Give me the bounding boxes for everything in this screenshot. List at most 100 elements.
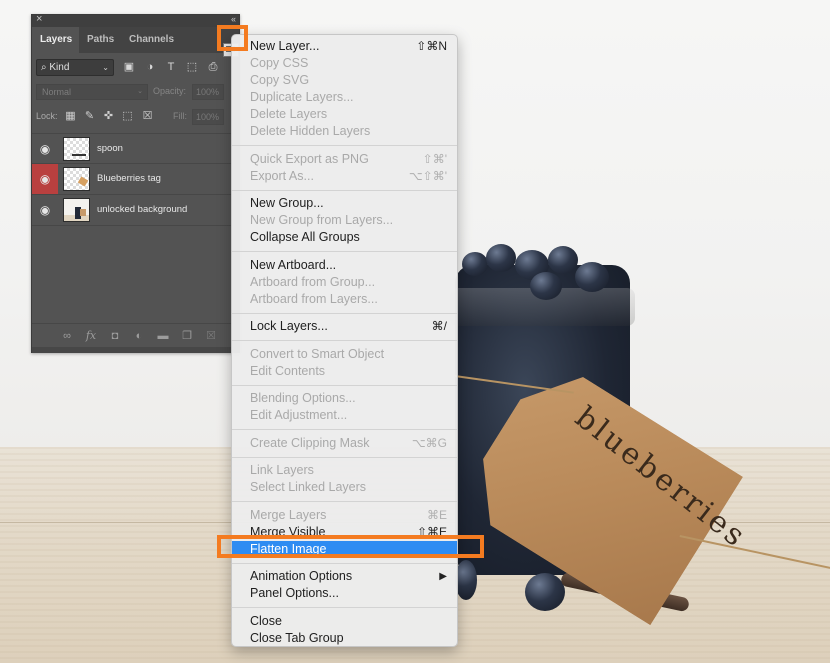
menu-item-label: Edit Adjustment... bbox=[250, 408, 348, 422]
menu-item-lock-layers[interactable]: Lock Layers... ⌘/ bbox=[232, 318, 457, 335]
layer-row-spoon[interactable]: ◉ spoon bbox=[32, 133, 239, 164]
lock-label: Lock: bbox=[36, 111, 58, 121]
lock-position-icon[interactable]: ✜ bbox=[102, 109, 115, 123]
layer-name: Blueberries tag bbox=[97, 173, 161, 184]
new-layer-icon[interactable]: ❐ bbox=[179, 328, 195, 344]
menu-item-label: Copy SVG bbox=[250, 73, 310, 87]
menu-separator bbox=[232, 246, 457, 257]
menu-item-select-linked-layers: Select Linked Layers bbox=[232, 479, 457, 496]
type-layer-filter-icon[interactable]: T bbox=[164, 60, 178, 74]
photo-berry bbox=[486, 244, 516, 272]
smart-object-filter-icon[interactable]: ⎙ bbox=[206, 60, 220, 74]
menu-item-new-artboard[interactable]: New Artboard... bbox=[232, 257, 457, 274]
photo-berry bbox=[548, 246, 578, 274]
blend-mode-value: Normal bbox=[42, 87, 72, 97]
layers-panel: × ‹‹ Layers Paths Channels ⌕ Kind ⌄ ▣ ◑ … bbox=[31, 13, 240, 353]
tab-channels[interactable]: Channels bbox=[121, 27, 179, 53]
menu-separator bbox=[232, 140, 457, 151]
menu-item-label: Collapse All Groups bbox=[250, 230, 360, 244]
pixel-layer-filter-icon[interactable]: ▣ bbox=[122, 60, 136, 74]
menu-item-label: Animation Options bbox=[250, 569, 353, 583]
shape-layer-filter-icon[interactable]: ⬚ bbox=[185, 60, 199, 74]
menu-item-merge-layers: Merge Layers ⌘E bbox=[232, 507, 457, 524]
tab-layers[interactable]: Layers bbox=[32, 27, 79, 53]
menu-item-label: Delete Hidden Layers bbox=[250, 124, 371, 138]
new-fill-adjustment-icon[interactable]: ◐ bbox=[131, 328, 147, 344]
lock-transparent-pixels-icon[interactable]: ▦ bbox=[64, 109, 77, 123]
add-mask-icon[interactable]: ◘ bbox=[107, 328, 123, 344]
opacity-input[interactable]: 100% bbox=[192, 84, 224, 100]
menu-item-label: Artboard from Group... bbox=[250, 274, 376, 289]
photo-berry bbox=[575, 262, 609, 292]
menu-item-shortcut: ⌘/ bbox=[431, 319, 447, 333]
menu-separator bbox=[232, 424, 457, 435]
photo-berry bbox=[462, 252, 488, 276]
chevron-down-icon: ⌄ bbox=[102, 63, 109, 72]
menu-item-label: Copy CSS bbox=[250, 56, 309, 70]
filter-kind-label: ⌕ Kind bbox=[41, 62, 70, 73]
layer-row-unlocked-background[interactable]: ◉ unlocked background bbox=[32, 195, 239, 226]
delete-layer-trash-icon[interactable]: ☒ bbox=[203, 328, 219, 344]
menu-item-delete-layers: Delete Layers bbox=[232, 106, 457, 123]
blend-row: Normal ⌄ Opacity: 100% bbox=[32, 83, 239, 101]
menu-item-export-as: Export As... ⌥⇧⌘' bbox=[232, 168, 457, 185]
menu-item-label: Create Clipping Mask bbox=[250, 435, 370, 450]
menu-item-label: Delete Layers bbox=[250, 107, 328, 121]
layer-style-fx-icon[interactable]: fx bbox=[83, 328, 99, 344]
menu-item-new-layer[interactable]: New Layer... ⇧⌘N bbox=[232, 38, 457, 55]
menu-item-artboard-from-group: Artboard from Group... bbox=[232, 274, 457, 291]
menu-item-artboard-from-layers: Artboard from Layers... bbox=[232, 291, 457, 308]
menu-item-panel-options[interactable]: Panel Options... bbox=[232, 585, 457, 602]
panel-bottom-strip bbox=[32, 347, 239, 353]
visibility-eye-icon[interactable]: ◉ bbox=[32, 164, 58, 194]
lock-artboard-icon[interactable]: ⬚ bbox=[121, 109, 134, 123]
menu-item-quick-export-as-png: Quick Export as PNG ⇧⌘' bbox=[232, 151, 457, 168]
menu-separator bbox=[232, 496, 457, 507]
lock-all-icon[interactable]: ☒ bbox=[141, 109, 154, 123]
new-group-folder-icon[interactable]: ▬ bbox=[155, 328, 171, 344]
menu-item-shortcut: ⇧⌘' bbox=[422, 151, 447, 166]
layer-row-blueberries-tag[interactable]: ◉ Blueberries tag bbox=[32, 164, 239, 195]
panel-tabs: Layers Paths Channels bbox=[32, 27, 239, 57]
chevron-down-icon: ⌄ bbox=[137, 88, 143, 95]
menu-item-label: Panel Options... bbox=[250, 586, 339, 600]
menu-item-label: Close bbox=[250, 613, 282, 628]
lock-image-pixels-icon[interactable]: ✎ bbox=[83, 109, 96, 123]
menu-item-close[interactable]: Close bbox=[232, 613, 457, 630]
photo-berry bbox=[455, 560, 477, 600]
blend-mode-select[interactable]: Normal ⌄ bbox=[36, 84, 148, 100]
panel-close-icon[interactable]: × bbox=[36, 13, 42, 25]
tab-paths[interactable]: Paths bbox=[79, 27, 121, 53]
menu-item-duplicate-layers: Duplicate Layers... bbox=[232, 89, 457, 106]
menu-item-close-tab-group[interactable]: Close Tab Group bbox=[232, 630, 457, 647]
menu-separator bbox=[232, 380, 457, 391]
menu-item-shortcut: ⌥⇧⌘' bbox=[408, 168, 447, 183]
panel-title-bar: × ‹‹ bbox=[32, 13, 239, 27]
menu-item-delete-hidden-layers: Delete Hidden Layers bbox=[232, 123, 457, 140]
menu-item-animation-options[interactable]: Animation Options ▶ bbox=[232, 568, 457, 585]
menu-item-edit-adjustment: Edit Adjustment... bbox=[232, 407, 457, 424]
opacity-label: Opacity: bbox=[153, 86, 187, 96]
fill-input[interactable]: 100% bbox=[192, 109, 224, 125]
link-layers-icon[interactable]: ∞ bbox=[59, 328, 75, 344]
annotation-highlight-flatten-image bbox=[217, 535, 484, 558]
panel-collapse-icon[interactable]: ‹‹ bbox=[231, 14, 236, 24]
menu-item-label: Close Tab Group bbox=[250, 630, 344, 645]
menu-item-shortcut: ⌥⌘G bbox=[411, 435, 447, 450]
layer-filter-row: ⌕ Kind ⌄ ▣ ◑ T ⬚ ⎙ bbox=[32, 58, 239, 78]
visibility-eye-icon[interactable]: ◉ bbox=[32, 195, 58, 225]
layer-thumbnail bbox=[63, 198, 90, 222]
filter-kind-select[interactable]: ⌕ Kind ⌄ bbox=[36, 59, 114, 76]
annotation-highlight-menu-button bbox=[217, 25, 248, 51]
menu-item-new-group[interactable]: New Group... bbox=[232, 195, 457, 212]
menu-item-label: Artboard from Layers... bbox=[250, 291, 378, 306]
menu-item-collapse-all-groups[interactable]: Collapse All Groups bbox=[232, 229, 457, 246]
visibility-eye-icon[interactable]: ◉ bbox=[32, 134, 58, 164]
menu-item-label: Blending Options... bbox=[250, 391, 356, 405]
menu-item-label: Select Linked Layers bbox=[250, 480, 367, 494]
adjustment-layer-filter-icon[interactable]: ◑ bbox=[143, 60, 157, 74]
photo-berry bbox=[530, 272, 562, 300]
menu-item-new-group-from-layers: New Group from Layers... bbox=[232, 212, 457, 229]
menu-separator bbox=[232, 558, 457, 569]
menu-item-create-clipping-mask: Create Clipping Mask ⌥⌘G bbox=[232, 435, 457, 452]
